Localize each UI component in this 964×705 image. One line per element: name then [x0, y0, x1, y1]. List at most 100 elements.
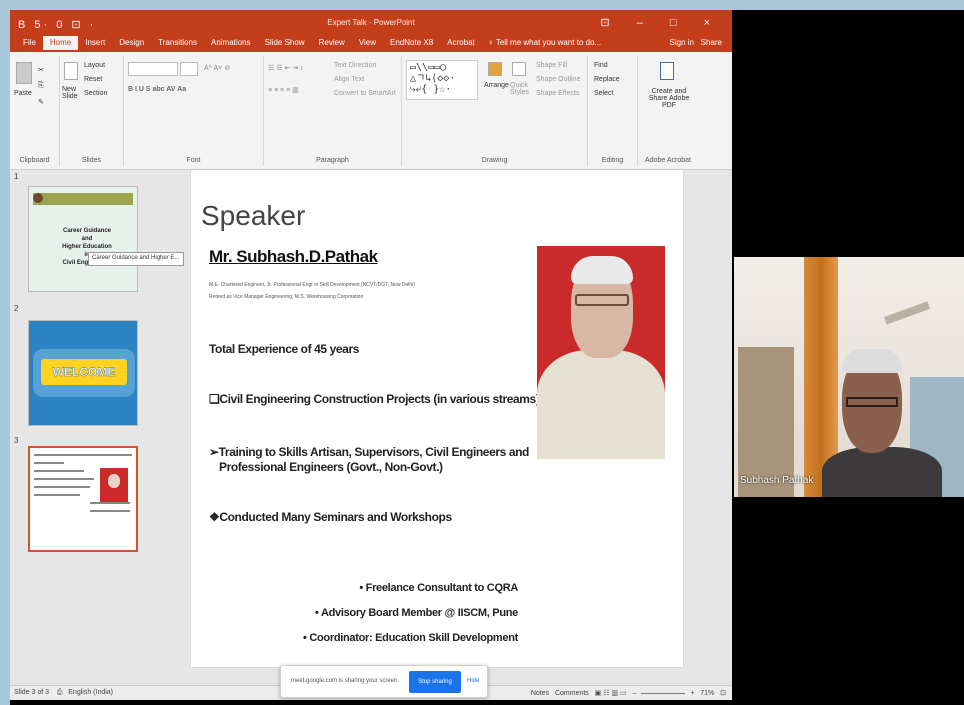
tab-home[interactable]: Home — [42, 36, 79, 50]
arrange-label: Arrange — [484, 82, 509, 89]
bullet-seminars[interactable]: ❖Conducted Many Seminars and Workshops — [209, 510, 452, 524]
drawing-group: ▭\\▭▭◯ △ㄱ↳⟨◇◇· ⤷⤶{ }☆· Arrange Quick Style… — [402, 56, 588, 166]
zoom-level[interactable]: 71% — [700, 690, 714, 697]
align-icons[interactable]: ≡ ≡ ≡ ≡ ▥ — [268, 86, 299, 94]
speaker-name[interactable]: Mr. Subhash.D.Pathak — [209, 247, 378, 267]
quick-styles-button[interactable] — [512, 62, 526, 78]
convert-smartart-button[interactable]: Convert to SmartArt — [334, 90, 396, 97]
shape-fill-button[interactable]: Shape Fill — [536, 62, 567, 69]
tab-insert[interactable]: Insert — [78, 36, 112, 50]
section-button[interactable]: Section — [84, 90, 107, 97]
reset-button[interactable]: Reset — [84, 76, 102, 83]
zoom-slider[interactable] — [641, 692, 686, 694]
new-slide-icon — [64, 62, 78, 80]
window-controls[interactable]: ⊡ – □ × — [600, 16, 722, 29]
editing-group-label: Editing — [601, 157, 624, 164]
tab-design[interactable]: Design — [112, 36, 151, 50]
font-name-box[interactable] — [128, 62, 178, 76]
find-button[interactable]: Find — [594, 62, 608, 69]
shape-effects-button[interactable]: Shape Effects — [536, 90, 579, 97]
slide-count: Slide 3 of 3 — [14, 689, 50, 696]
tab-transitions[interactable]: Transitions — [151, 36, 204, 50]
fit-slide-icon[interactable]: ⊡ — [720, 690, 726, 697]
thumbnail-number: 2 — [14, 304, 19, 313]
font-size-box[interactable] — [180, 62, 198, 76]
tab-animations[interactable]: Animations — [204, 36, 258, 50]
thumbnail-photo — [100, 468, 128, 502]
paste-button[interactable] — [16, 62, 32, 86]
tab-review[interactable]: Review — [312, 36, 352, 50]
bullet-training-line2[interactable]: Professional Engineers (Govt., Non-Govt.… — [219, 460, 443, 474]
bullet-advisory[interactable]: • Advisory Board Member @ IISCM, Pune — [315, 607, 518, 619]
editing-group: Find Replace Select Editing — [588, 56, 638, 166]
notes-button[interactable]: Notes — [531, 690, 549, 697]
font-style-icons[interactable]: B I U S abc AV Aa — [128, 86, 186, 93]
create-share-pdf-button[interactable]: Create and Share Adobe PDF — [642, 88, 696, 109]
layout-button[interactable]: Layout — [84, 62, 105, 69]
list-icons[interactable]: ☰ ☰ ⇤ ⇥ ↕ — [268, 64, 304, 72]
zoom-in-button[interactable]: + — [690, 690, 694, 697]
bullet-coordinator[interactable]: • Coordinator: Education Skill Developme… — [303, 632, 518, 644]
status-left: Slide 3 of 3 ⎙ English (India) — [14, 689, 113, 697]
new-slide-button[interactable] — [64, 62, 78, 82]
tab-view[interactable]: View — [352, 36, 383, 50]
video-call-background-bottom — [10, 700, 964, 705]
sign-in-link[interactable]: Sign in — [670, 38, 694, 47]
status-right: Notes Comments ▣ ☷ ▥ ▭ – + 71% ⊡ — [531, 689, 726, 697]
slide-title[interactable]: Speaker — [201, 200, 305, 232]
thumbnail-number: 1 — [14, 172, 19, 181]
paste-label: Paste — [14, 90, 32, 97]
tab-endnote[interactable]: EndNote X8 — [383, 36, 440, 50]
tell-me-search[interactable]: ♀ Tell me what you want to do... — [482, 36, 607, 50]
comments-button[interactable]: Comments — [555, 690, 589, 697]
language-indicator[interactable]: English (India) — [68, 689, 113, 696]
font-group-label: Font — [186, 157, 201, 164]
align-text-button[interactable]: Align Text — [334, 76, 364, 83]
shape-outline-button[interactable]: Shape Outline — [536, 76, 580, 83]
adobe-pdf-icon[interactable] — [660, 62, 674, 80]
bullet-freelance[interactable]: • Freelance Consultant to CQRA — [359, 582, 518, 594]
stop-sharing-button[interactable]: Stop sharing — [409, 671, 461, 693]
thumbnail-number: 3 — [14, 436, 19, 445]
slide-thumbnail-1[interactable]: Career Guidance and Higher Education in … — [28, 186, 138, 292]
cut-icon[interactable]: ✂ — [38, 66, 44, 74]
slide-canvas[interactable]: Speaker Mr. Subhash.D.Pathak M.E. Charte… — [191, 170, 683, 667]
slide-thumbnail-2[interactable]: WELCOME — [28, 320, 138, 426]
paste-icon — [16, 62, 32, 84]
tab-slide-show[interactable]: Slide Show — [258, 36, 312, 50]
tab-file[interactable]: File — [16, 36, 43, 50]
format-painter-icon[interactable]: ✎ — [38, 98, 44, 106]
hide-button[interactable]: Hide — [467, 678, 479, 684]
ribbon: Paste ✂ ⎘ ✎ Clipboard New Slide Layout R… — [10, 52, 732, 170]
shapes-gallery[interactable]: ▭\\▭▭◯ △ㄱ↳⟨◇◇· ⤷⤶{ }☆· — [406, 60, 478, 100]
thumbnail-tooltip: Career Guidance and Higher E... — [88, 252, 184, 266]
normal-view-icon[interactable]: ▣ — [595, 690, 602, 697]
quick-styles-icon — [512, 62, 526, 76]
bullet-training-line1[interactable]: ➢Training to Skills Artisan, Supervisors… — [209, 445, 529, 459]
share-button[interactable]: Share — [701, 38, 722, 47]
zoom-out-button[interactable]: – — [633, 690, 637, 697]
share-message: meet.google.com is sharing your screen. — [291, 678, 400, 684]
arrange-icon — [488, 62, 502, 76]
spellcheck-icon[interactable]: ⎙ — [57, 689, 63, 696]
experience-line[interactable]: Total Experience of 45 years — [209, 342, 359, 356]
speaker-credentials-2[interactable]: Retired as Vice Manager Engineering, M.S… — [209, 294, 363, 300]
replace-button[interactable]: Replace — [594, 76, 620, 83]
copy-icon[interactable]: ⎘ — [38, 82, 44, 90]
reading-view-icon[interactable]: ▥ — [611, 690, 618, 697]
arrange-button[interactable] — [488, 62, 502, 78]
new-slide-label: New Slide — [62, 86, 78, 100]
slide-sorter-icon[interactable]: ☷ — [603, 690, 609, 697]
speaker-photo[interactable] — [537, 246, 665, 459]
speaker-credentials-1[interactable]: M.E. Chartered Engineer, Jt. Professiona… — [209, 282, 415, 288]
adobe-group: Create and Share Adobe PDF Adobe Acrobat — [638, 56, 698, 166]
slide-thumbnail-3[interactable] — [28, 446, 138, 552]
text-direction-button[interactable]: Text Direction — [334, 62, 376, 69]
bullet-construction[interactable]: ❑Civil Engineering Construction Projects… — [209, 392, 540, 406]
slide-thumbnail-pane: 1 Career Guidance and Higher Education i… — [10, 170, 150, 685]
font-size-icons[interactable]: A^ A˅ ⊘ — [204, 64, 230, 72]
slideshow-icon[interactable]: ▭ — [620, 690, 627, 697]
participant-video-tile[interactable]: Subhash Pathak — [734, 257, 964, 497]
tab-acrobat[interactable]: Acrobat — [440, 36, 482, 50]
select-button[interactable]: Select — [594, 90, 613, 97]
